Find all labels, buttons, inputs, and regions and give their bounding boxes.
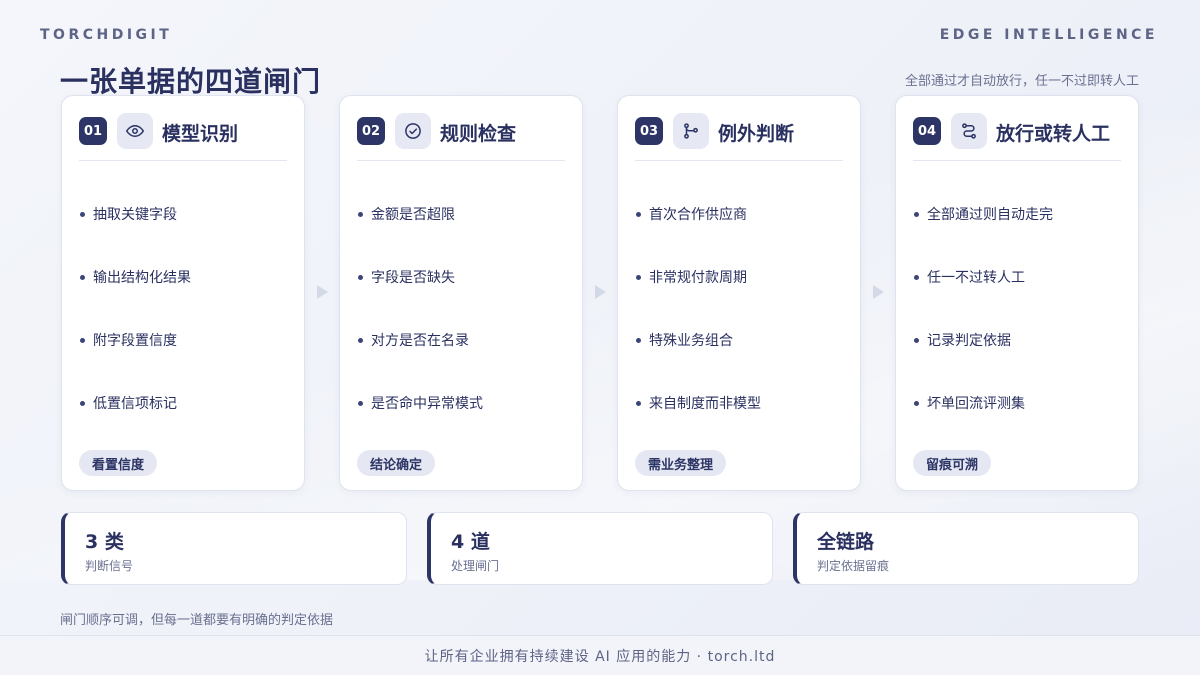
gate-bullet-list: 首次合作供应商 非常规付款周期 特殊业务组合 来自制度而非模型	[636, 204, 850, 456]
stat-label: 判定依据留痕	[817, 559, 890, 573]
stat-label: 处理闸门	[451, 559, 500, 573]
list-item: 记录判定依据	[914, 330, 1128, 393]
list-item: 首次合作供应商	[636, 204, 850, 267]
gate-card-header: 04 放行或转人工	[913, 113, 1121, 161]
stat-card-gates: 4 道 处理闸门	[427, 512, 773, 585]
list-item: 非常规付款周期	[636, 267, 850, 330]
bullet-dot-icon	[80, 401, 85, 406]
step-number-badge: 03	[635, 117, 663, 145]
gate-bullet-list: 抽取关键字段 输出结构化结果 附字段置信度 低置信项标记	[80, 204, 294, 456]
list-item: 输出结构化结果	[80, 267, 294, 330]
step-number-badge: 04	[913, 117, 941, 145]
gate-card-header: 01 模型识别	[79, 113, 287, 161]
list-item: 全部通过则自动走完	[914, 204, 1128, 267]
gate-card-title: 规则检查	[440, 123, 517, 145]
gate-tag-chip: 留痕可溯	[913, 450, 992, 476]
gate-card-4: 04 放行或转人工 全部通过则自动走完 任一不过转人工 记录判定依据 坏单回流评…	[895, 95, 1139, 491]
arrow-right-icon	[317, 285, 328, 299]
bullet-dot-icon	[358, 275, 363, 280]
bullet-dot-icon	[636, 338, 641, 343]
list-item: 金额是否超限	[358, 204, 572, 267]
step-number-badge: 02	[357, 117, 385, 145]
bullet-dot-icon	[80, 275, 85, 280]
list-item: 字段是否缺失	[358, 267, 572, 330]
step-number-badge: 01	[79, 117, 107, 145]
list-item: 对方是否在名录	[358, 330, 572, 393]
list-item: 特殊业务组合	[636, 330, 850, 393]
arrow-right-icon	[595, 285, 606, 299]
stat-card-trace: 全链路 判定依据留痕	[793, 512, 1139, 585]
list-item: 附字段置信度	[80, 330, 294, 393]
bullet-dot-icon	[358, 338, 363, 343]
gate-cards: 01 模型识别 抽取关键字段 输出结构化结果 附字段置信度 低置信项标记 看置信…	[61, 95, 1139, 491]
stat-value: 3 类	[85, 531, 124, 553]
page-title: 一张单据的四道闸门	[60, 65, 322, 98]
list-item: 来自制度而非模型	[636, 393, 850, 456]
bullet-dot-icon	[914, 212, 919, 217]
page-footer: 让所有企业拥有持续建设 AI 应用的能力 · torch.ltd	[0, 635, 1200, 675]
footer-text: 让所有企业拥有持续建设 AI 应用的能力 · torch.ltd	[424, 648, 776, 665]
list-item: 抽取关键字段	[80, 204, 294, 267]
footnote: 闸门顺序可调，但每一道都要有明确的判定依据	[60, 613, 334, 628]
bullet-dot-icon	[80, 212, 85, 217]
gate-card-title: 模型识别	[162, 123, 239, 145]
stat-value: 4 道	[451, 531, 490, 553]
gate-card-2: 02 规则检查 金额是否超限 字段是否缺失 对方是否在名录 是否命中异常模式 结…	[339, 95, 583, 491]
bullet-dot-icon	[636, 401, 641, 406]
gate-bullet-list: 全部通过则自动走完 任一不过转人工 记录判定依据 坏单回流评测集	[914, 204, 1128, 456]
brand-name: TORCHDIGIT	[40, 27, 173, 43]
list-item: 坏单回流评测集	[914, 393, 1128, 456]
gate-card-header: 03 例外判断	[635, 113, 843, 161]
bullet-dot-icon	[358, 401, 363, 406]
branch-icon	[673, 113, 709, 149]
bullet-dot-icon	[636, 212, 641, 217]
gate-card-3: 03 例外判断 首次合作供应商 非常规付款周期 特殊业务组合 来自制度而非模型 …	[617, 95, 861, 491]
gate-card-title: 放行或转人工	[996, 123, 1111, 145]
gate-tag-chip: 看置信度	[79, 450, 158, 476]
gate-tag-chip: 结论确定	[357, 450, 436, 476]
brand-tagline: EDGE INTELLIGENCE	[939, 27, 1158, 43]
page-subtitle: 全部通过才自动放行，任一不过即转人工	[904, 74, 1139, 89]
stat-card-signals: 3 类 判断信号	[61, 512, 407, 585]
bullet-dot-icon	[636, 275, 641, 280]
bullet-dot-icon	[914, 401, 919, 406]
gate-card-header: 02 规则检查	[357, 113, 565, 161]
stats-row: 3 类 判断信号 4 道 处理闸门 全链路 判定依据留痕	[61, 512, 1139, 585]
list-item: 任一不过转人工	[914, 267, 1128, 330]
gate-bullet-list: 金额是否超限 字段是否缺失 对方是否在名录 是否命中异常模式	[358, 204, 572, 456]
bullet-dot-icon	[80, 338, 85, 343]
gate-card-1: 01 模型识别 抽取关键字段 输出结构化结果 附字段置信度 低置信项标记 看置信…	[61, 95, 305, 491]
eye-icon	[117, 113, 153, 149]
bullet-dot-icon	[914, 275, 919, 280]
bullet-dot-icon	[914, 338, 919, 343]
stat-value: 全链路	[817, 531, 875, 553]
route-icon	[951, 113, 987, 149]
list-item: 是否命中异常模式	[358, 393, 572, 456]
bullet-dot-icon	[358, 212, 363, 217]
list-item: 低置信项标记	[80, 393, 294, 456]
check-circle-icon	[395, 113, 431, 149]
gate-card-title: 例外判断	[718, 123, 795, 145]
gate-tag-chip: 需业务整理	[635, 450, 727, 476]
stat-label: 判断信号	[85, 559, 134, 573]
arrow-right-icon	[873, 285, 884, 299]
